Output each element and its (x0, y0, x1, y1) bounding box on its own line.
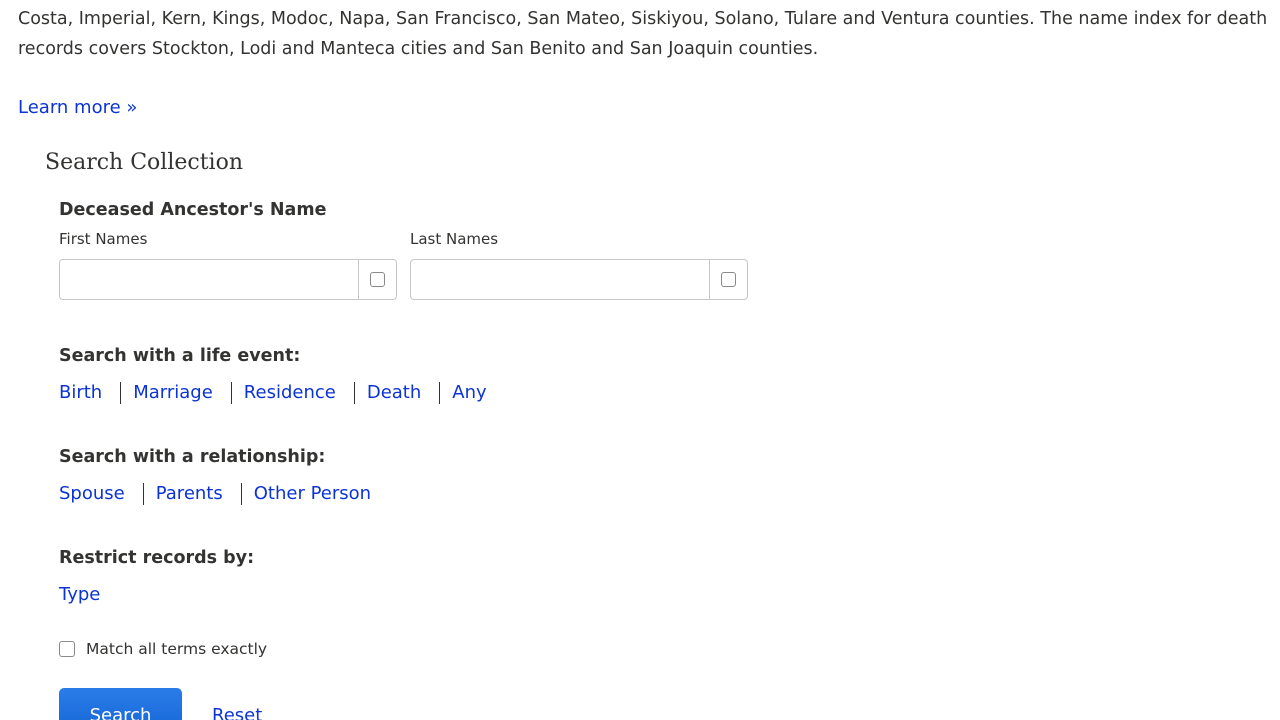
divider (142, 483, 144, 505)
relationship-heading: Search with a relationship: (59, 447, 326, 467)
divider (439, 382, 441, 404)
deceased-name-heading: Deceased Ancestor's Name (59, 200, 327, 220)
life-event-links: Birth Marriage Residence Death Any (59, 380, 487, 406)
match-exact-row[interactable]: Match all terms exactly (59, 639, 267, 659)
relationship-links: Spouse Parents Other Person (59, 481, 371, 507)
life-event-residence-link[interactable]: Residence (244, 380, 336, 406)
restrict-heading: Restrict records by: (59, 548, 255, 568)
divider (120, 382, 122, 404)
divider (240, 483, 242, 505)
reset-link[interactable]: Reset (212, 704, 262, 720)
first-names-label: First Names (59, 230, 148, 248)
relationship-other-person-link[interactable]: Other Person (254, 481, 371, 507)
life-event-marriage-link[interactable]: Marriage (133, 380, 213, 406)
search-button[interactable]: Search (59, 688, 182, 720)
divider (353, 382, 355, 404)
life-event-any-link[interactable]: Any (452, 380, 486, 406)
divider (230, 382, 232, 404)
first-names-exact-checkbox[interactable] (370, 272, 385, 287)
collection-description: Costa, Imperial, Kern, Kings, Modoc, Nap… (18, 9, 1268, 59)
life-event-heading: Search with a life event: (59, 346, 301, 366)
match-exact-label: Match all terms exactly (86, 640, 268, 658)
last-names-input[interactable] (410, 259, 710, 300)
first-names-group (59, 259, 397, 300)
search-collection-heading: Search Collection (45, 150, 243, 175)
first-names-exact-toggle[interactable] (359, 259, 397, 300)
restrict-type-link[interactable]: Type (59, 582, 100, 608)
last-names-exact-toggle[interactable] (710, 259, 748, 300)
life-event-birth-link[interactable]: Birth (59, 380, 102, 406)
last-names-group (410, 259, 748, 300)
last-names-exact-checkbox[interactable] (721, 272, 736, 287)
life-event-death-link[interactable]: Death (367, 380, 421, 406)
restrict-links: Type (59, 582, 100, 608)
learn-more-link[interactable]: Learn more » (18, 95, 137, 121)
last-names-label: Last Names (410, 230, 499, 248)
first-names-input[interactable] (59, 259, 359, 300)
match-exact-checkbox[interactable] (59, 641, 75, 657)
relationship-parents-link[interactable]: Parents (156, 481, 223, 507)
relationship-spouse-link[interactable]: Spouse (59, 481, 125, 507)
